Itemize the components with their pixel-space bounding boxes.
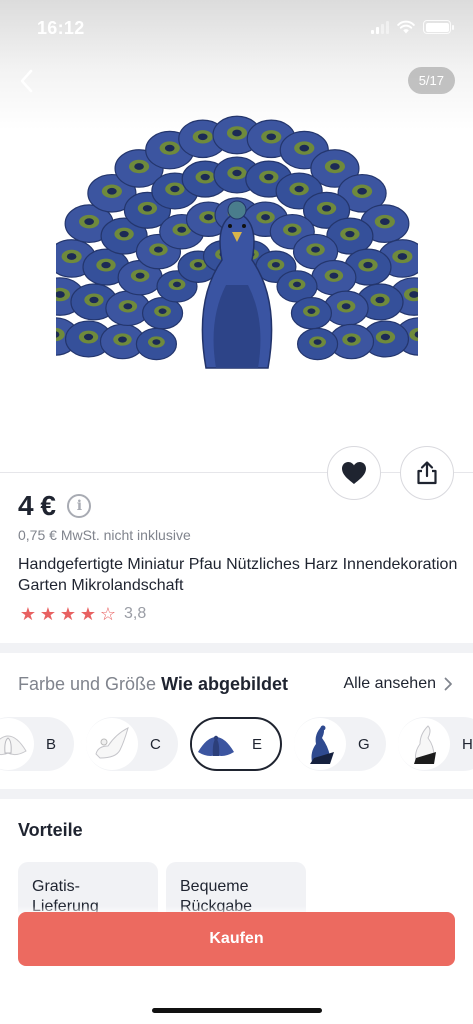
status-bar: 16:12 — [0, 0, 473, 56]
product-image[interactable] — [56, 100, 418, 372]
product-title: Handgefertigte Miniatur Pfau Nützliches … — [18, 556, 458, 594]
star-icon: ★ — [59, 604, 77, 624]
wifi-icon — [397, 20, 415, 34]
variant-thumbnail — [0, 718, 34, 770]
variant-label: H — [462, 735, 473, 753]
star-empty-icon: ☆ — [99, 604, 117, 624]
status-time: 16:12 — [37, 18, 85, 38]
back-button[interactable] — [10, 64, 44, 98]
variant-option-b[interactable]: B — [0, 717, 74, 771]
variant-heading-label: Farbe und Größe — [18, 674, 157, 694]
battery-icon — [423, 20, 454, 34]
variant-heading: Farbe und Größe Wie abgebildet — [18, 674, 288, 695]
image-counter: 5/17 — [407, 67, 455, 94]
variant-option-h[interactable]: H — [398, 717, 473, 771]
variant-option-e[interactable]: E — [190, 717, 282, 771]
variant-thumbnail — [398, 718, 450, 770]
benefits-title: Vorteile — [18, 820, 83, 840]
share-icon — [417, 461, 437, 485]
variant-label: C — [150, 735, 161, 753]
favorite-button[interactable] — [327, 446, 381, 500]
rating-value: 3,8 — [124, 605, 147, 622]
variant-option-c[interactable]: C — [86, 717, 178, 771]
info-icon[interactable]: i — [67, 494, 92, 518]
price-row: 4 € i — [18, 490, 92, 522]
heart-icon — [342, 462, 366, 484]
see-all-link[interactable]: Alle ansehen — [343, 675, 453, 693]
variant-option-g[interactable]: G — [294, 717, 386, 771]
star-icon: ★ — [79, 604, 97, 624]
variant-label: E — [252, 735, 263, 753]
cellular-signal-icon — [371, 20, 389, 34]
variant-label: B — [46, 735, 57, 753]
variant-selected-name: Wie abgebildet — [161, 674, 288, 694]
buy-button[interactable]: Kaufen — [18, 912, 455, 966]
variant-label: G — [358, 735, 370, 753]
status-icons — [371, 20, 454, 34]
variant-thumbnail — [294, 718, 346, 770]
variant-thumbnail — [86, 718, 138, 770]
variant-thumbnail — [192, 720, 240, 768]
home-indicator — [152, 1008, 322, 1013]
rating[interactable]: ★ ★ ★ ★ ☆ 3,8 — [18, 604, 146, 624]
star-icon: ★ — [19, 604, 37, 624]
vat-note: 0,75 € MwSt. nicht inklusive — [18, 527, 191, 543]
see-all-label: Alle ansehen — [343, 675, 436, 692]
share-button[interactable] — [400, 446, 454, 500]
chevron-left-icon — [20, 69, 33, 93]
section-separator — [0, 643, 473, 653]
product-gallery[interactable]: 16:12 5/17 — [0, 0, 473, 470]
chevron-right-icon — [444, 677, 452, 691]
price: 4 € — [18, 490, 56, 521]
section-separator — [0, 789, 473, 799]
buy-button-label: Kaufen — [209, 930, 264, 947]
star-icon: ★ — [39, 604, 57, 624]
